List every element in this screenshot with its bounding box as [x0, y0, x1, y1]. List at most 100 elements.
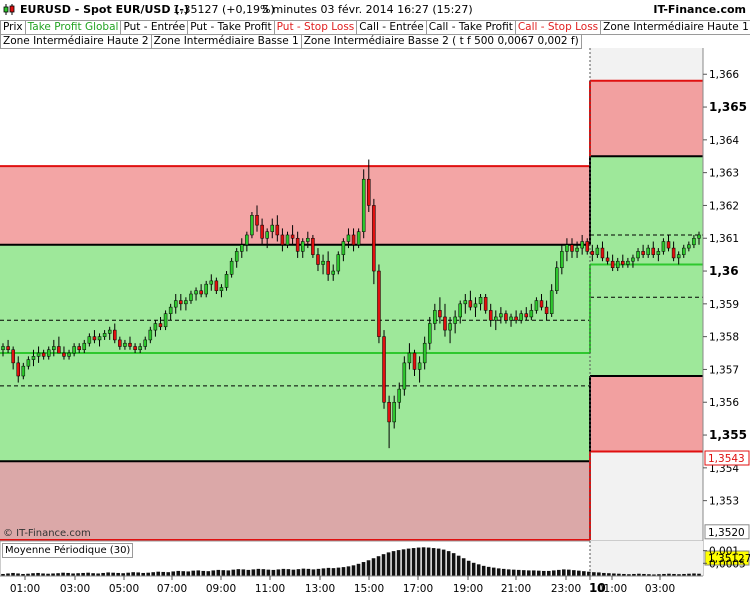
- x-tick-label: 19:00: [453, 583, 483, 595]
- legend-item[interactable]: Call - Stop Loss: [514, 20, 602, 35]
- indicator-bar: [356, 563, 361, 576]
- indicator-bar: [411, 548, 416, 576]
- candle-body: [133, 346, 137, 351]
- candle-body: [199, 290, 203, 295]
- candle-body: [184, 300, 188, 305]
- indicator-bar: [236, 569, 241, 576]
- indicator-bar: [526, 570, 531, 576]
- watermark: © IT-Finance.com: [3, 528, 91, 539]
- candle-body: [245, 234, 249, 246]
- price-chart[interactable]: 1,366 1,365 1,364 1,363 1,362 1,361 1,36 1,359 1…: [0, 0, 750, 600]
- indicator-bar: [441, 549, 446, 576]
- indicator-bar: [106, 572, 110, 576]
- candle-body: [316, 254, 320, 265]
- indicator-bar: [582, 571, 586, 576]
- candle-body: [189, 293, 193, 301]
- legend-item[interactable]: Zone Intermédiaire Basse 2 ( t f 500 0,0…: [300, 34, 582, 49]
- y-tick-label: 1,357: [709, 364, 739, 376]
- y-tick-label: 1,363: [709, 168, 739, 180]
- indicator-bar: [296, 569, 301, 576]
- candle-body: [11, 349, 15, 364]
- candle-body: [82, 342, 87, 351]
- legend-item[interactable]: Take Profit Global: [24, 20, 122, 35]
- candle-body: [514, 316, 518, 321]
- candle-body: [138, 346, 142, 351]
- indicator-bar: [531, 570, 536, 576]
- candle-body: [143, 339, 147, 347]
- candle-body: [102, 333, 107, 337]
- candle-body: [92, 336, 97, 341]
- legend-item[interactable]: Put - Stop Loss: [273, 20, 358, 35]
- indicator-bar: [491, 567, 496, 576]
- candle-body: [565, 244, 569, 252]
- candle-body: [265, 231, 269, 239]
- candle-body: [260, 224, 264, 239]
- candle-body: [473, 303, 478, 308]
- legend-item[interactable]: Call - Entrée: [356, 20, 427, 35]
- legend-row-1: Prix Take Profit Global Put - Entrée Put - …: [0, 20, 750, 35]
- legend-item[interactable]: Put - Take Profit: [187, 20, 275, 35]
- indicator-bar: [246, 569, 251, 576]
- indicator-bar: [151, 572, 156, 576]
- indicator-bar: [406, 548, 411, 576]
- legend-item[interactable]: Prix: [0, 20, 26, 35]
- candle-body: [600, 247, 605, 259]
- candle-body: [270, 224, 275, 232]
- candle-body: [402, 362, 407, 390]
- indicator-bar: [466, 560, 471, 576]
- candle-body: [610, 260, 615, 269]
- candle-body: [26, 359, 31, 367]
- candle-body: [118, 339, 122, 347]
- candle-body: [62, 352, 66, 357]
- candle-body: [336, 254, 341, 272]
- candle-body: [153, 323, 158, 331]
- candle-body: [427, 323, 432, 344]
- candle-body: [529, 310, 534, 318]
- indicator-bar: [271, 569, 276, 576]
- candle-body: [341, 241, 346, 255]
- candle-body: [158, 323, 163, 328]
- indicator-bar: [572, 570, 576, 576]
- candle-body: [331, 270, 335, 275]
- indicator-bar: [281, 568, 286, 576]
- y-tick-label: 1,365: [709, 100, 747, 114]
- y-tick-label: 1,366: [709, 69, 739, 81]
- candle-body: [422, 342, 427, 364]
- legend-item[interactable]: Call - Take Profit: [425, 20, 516, 35]
- indicator-bar: [436, 548, 441, 576]
- candle-body: [544, 306, 549, 314]
- indicator-bar: [416, 547, 421, 576]
- indicator-bar: [516, 569, 521, 576]
- candle-body: [666, 241, 671, 249]
- y-tick-label: 1,361: [709, 233, 739, 245]
- indicator-bar: [562, 569, 566, 576]
- candle-body: [194, 290, 198, 295]
- candle-body: [519, 313, 523, 321]
- candle-body: [250, 215, 254, 236]
- legend-item[interactable]: Put - Entrée: [120, 20, 189, 35]
- indicator-bar: [597, 572, 601, 576]
- candle-body: [499, 313, 503, 318]
- indicator-bar: [176, 570, 181, 576]
- candle-body: [214, 280, 219, 291]
- x-tick-label: 05:00: [109, 583, 139, 595]
- y-tick-label: 1,364: [709, 135, 739, 147]
- candle-body: [524, 313, 529, 318]
- indicator-bar: [206, 571, 211, 576]
- candle-body: [534, 300, 539, 311]
- legend-item[interactable]: Zone Intermédiaire Haute 2: [0, 34, 152, 49]
- legend-item[interactable]: Zone Intermédiaire Basse 1: [150, 34, 302, 49]
- candle-body: [173, 300, 178, 308]
- legend-item[interactable]: Zone Intermédiaire Haute 1: [600, 20, 750, 35]
- indicator-bar: [221, 570, 226, 576]
- candle-body: [240, 244, 244, 252]
- candle-body: [615, 260, 620, 269]
- legend-row-2: Zone Intermédiaire Haute 2 Zone Intermédi…: [0, 34, 582, 49]
- indicator-session-shade: [590, 541, 703, 576]
- candle-body: [453, 316, 457, 324]
- indicator-bar: [326, 567, 331, 576]
- indicator-bar: [471, 562, 476, 576]
- candle-body: [549, 290, 554, 314]
- candle-body: [438, 310, 442, 318]
- indicator-bar: [376, 556, 381, 576]
